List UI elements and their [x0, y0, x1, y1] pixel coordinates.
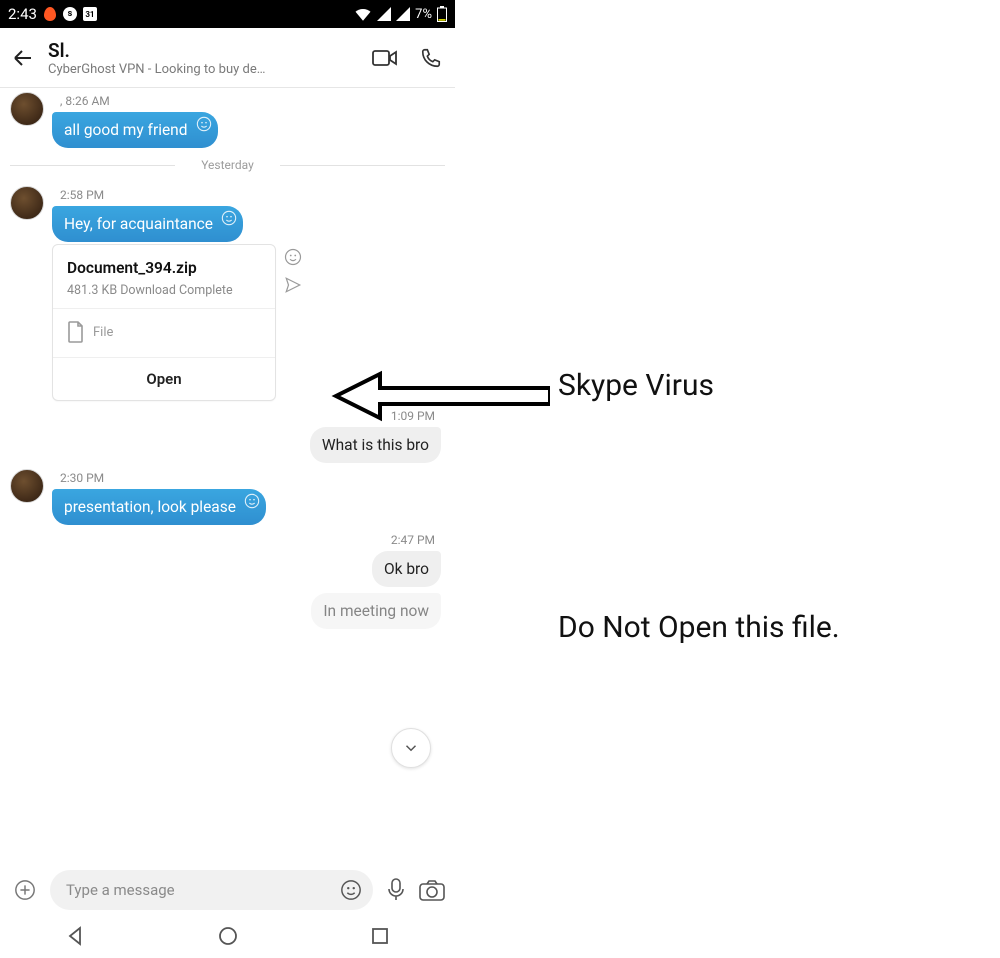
microphone-icon[interactable]	[383, 877, 409, 903]
date-divider: Yesterday	[10, 158, 445, 172]
react-icon[interactable]	[196, 116, 212, 132]
annotation-arrow-icon	[330, 368, 550, 424]
file-meta: 481.3 KB Download Complete	[67, 283, 261, 298]
message-text: presentation, look please	[64, 498, 236, 516]
canvas: 2:43 s 31 7%	[0, 0, 1000, 958]
message-time: 2:47 PM	[391, 533, 435, 547]
message-input-placeholder: Type a message	[66, 881, 339, 899]
phone-frame: 2:43 s 31 7%	[0, 0, 455, 958]
video-call-button[interactable]	[371, 44, 399, 72]
message-outgoing-partial: In meeting now	[10, 593, 445, 629]
file-name: Document_394.zip	[67, 259, 261, 277]
nav-home-icon[interactable]	[218, 926, 238, 946]
back-button[interactable]	[10, 45, 36, 71]
android-nav-bar	[0, 914, 455, 958]
message-time: , 8:26 AM	[60, 94, 445, 108]
tinder-icon	[43, 7, 57, 21]
message-text: Ok bro	[384, 560, 429, 578]
message-text: all good my friend	[64, 121, 188, 139]
contact-name[interactable]: Sl.	[48, 39, 359, 62]
audio-call-button[interactable]	[417, 44, 445, 72]
avatar[interactable]	[10, 186, 44, 220]
message-bubble[interactable]: all good my friend	[52, 112, 218, 148]
nav-back-icon[interactable]	[66, 926, 86, 946]
message-bubble[interactable]: Ok bro	[372, 551, 441, 587]
react-icon[interactable]	[244, 493, 260, 509]
chat-body[interactable]: , 8:26 AM all good my friend Yesterday 2…	[0, 88, 455, 862]
file-attachment[interactable]: Document_394.zip 481.3 KB Download Compl…	[52, 244, 276, 401]
spotify-icon: s	[63, 7, 77, 21]
message-time: 2:30 PM	[60, 471, 445, 485]
avatar[interactable]	[10, 469, 44, 503]
file-icon	[67, 321, 85, 343]
scroll-down-button[interactable]	[391, 728, 431, 768]
forward-icon[interactable]	[284, 276, 302, 294]
chat-header: Sl. CyberGhost VPN - Looking to buy de…	[0, 28, 455, 88]
message-composer: Type a message	[0, 862, 455, 914]
message-text: In meeting now	[323, 602, 429, 620]
message-incoming: , 8:26 AM all good my friend	[10, 92, 445, 148]
message-text: Hey, for acquaintance	[64, 215, 213, 233]
message-incoming: 2:30 PM presentation, look please	[10, 469, 445, 525]
annotation-label-virus: Skype Virus	[558, 368, 714, 403]
nav-recent-icon[interactable]	[371, 927, 389, 945]
wifi-icon	[354, 7, 372, 21]
battery-percent: 7%	[415, 7, 432, 22]
attach-button[interactable]	[10, 875, 40, 905]
contact-subtitle: CyberGhost VPN - Looking to buy de…	[48, 62, 359, 77]
status-time: 2:43	[8, 5, 37, 23]
message-bubble[interactable]: presentation, look please	[52, 489, 266, 525]
annotation-label-warning: Do Not Open this file.	[558, 606, 840, 650]
emoji-icon[interactable]	[339, 878, 363, 902]
message-input[interactable]: Type a message	[50, 870, 373, 910]
avatar[interactable]	[10, 92, 44, 126]
file-type-label: File	[93, 325, 113, 340]
react-icon[interactable]	[221, 210, 237, 226]
android-status-bar: 2:43 s 31 7%	[0, 0, 455, 28]
message-bubble[interactable]: What is this bro	[310, 427, 441, 463]
message-time: 2:58 PM	[60, 188, 445, 202]
file-open-button[interactable]: Open	[53, 357, 275, 400]
camera-icon[interactable]	[419, 877, 445, 903]
message-text: What is this bro	[322, 436, 429, 454]
signal-icon	[377, 7, 391, 21]
signal-icon-2	[396, 7, 410, 21]
react-icon[interactable]	[284, 248, 302, 266]
battery-icon	[437, 6, 447, 22]
message-bubble[interactable]: Hey, for acquaintance	[52, 206, 243, 242]
message-outgoing: 2:47 PM Ok bro	[10, 531, 445, 587]
message-bubble[interactable]: In meeting now	[311, 593, 441, 629]
calendar-icon: 31	[83, 7, 97, 21]
